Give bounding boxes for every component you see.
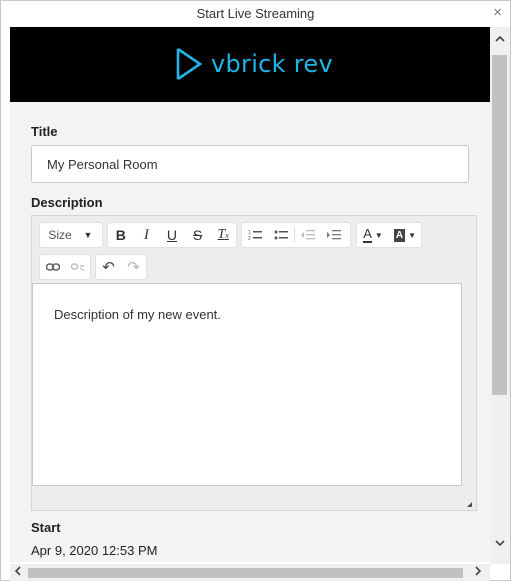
description-editor-area[interactable]: Description of my new event. (32, 283, 462, 486)
strikethrough-button[interactable]: S (185, 223, 211, 247)
link-icon (45, 263, 60, 271)
resize-handle-icon[interactable] (467, 502, 472, 507)
brand-logo-text: vbrick rev (211, 50, 334, 78)
rich-text-editor: Size ▼ B I U S Tx 12 A ▼ A ▼ ↶ ↷ Descrip… (31, 215, 477, 511)
indent-icon (327, 230, 341, 240)
title-label: Title (31, 124, 58, 139)
numbered-list-icon: 12 (248, 230, 262, 241)
bullet-list-icon (274, 230, 288, 240)
redo-icon[interactable]: ↷ (121, 255, 146, 279)
form-content: Title Description Size ▼ B I U S Tx (10, 102, 490, 562)
undo-icon[interactable]: ↶ (96, 255, 121, 279)
window-title: Start Live Streaming (196, 6, 315, 21)
brand-logo: vbrick rev (175, 45, 333, 83)
outdent-button[interactable] (295, 223, 321, 247)
color-group: A ▼ A ▼ (356, 222, 422, 248)
svg-text:2: 2 (248, 236, 251, 241)
link-group (39, 254, 91, 280)
chevron-down-icon: ▼ (374, 230, 383, 240)
dialog-window: Start Live Streaming × vbrick rev Title … (0, 0, 511, 581)
history-group: ↶ ↷ (95, 254, 147, 280)
numbered-list-button[interactable]: 12 (242, 223, 268, 247)
clear-format-button[interactable]: Tx (210, 223, 236, 247)
size-label: Size (48, 228, 72, 242)
scroll-down-icon[interactable] (490, 537, 510, 555)
start-label: Start (31, 520, 61, 535)
list-group: 12 (241, 222, 351, 248)
font-color-icon: A (363, 226, 372, 243)
unlink-button[interactable] (65, 255, 90, 279)
horizontal-scroll-thumb[interactable] (28, 568, 463, 578)
vertical-scroll-thumb[interactable] (492, 55, 507, 395)
background-color-icon: A (393, 228, 406, 242)
start-datetime[interactable]: Apr 9, 2020 12:53 PM (31, 543, 157, 558)
link-button[interactable] (40, 255, 65, 279)
bullet-list-button[interactable] (268, 223, 294, 247)
chevron-down-icon: ▼ (408, 230, 417, 240)
outdent-icon (301, 230, 315, 240)
brand-banner: vbrick rev (10, 27, 490, 102)
description-label: Description (31, 195, 103, 210)
italic-button[interactable]: I (134, 223, 160, 247)
horizontal-scrollbar[interactable] (10, 564, 490, 581)
format-group: B I U S Tx (107, 222, 237, 248)
scroll-left-icon[interactable] (10, 564, 26, 581)
title-bar: Start Live Streaming × (1, 1, 510, 27)
chevron-down-icon: ▼ (83, 230, 93, 240)
description-text[interactable]: Description of my new event. (54, 307, 221, 322)
scroll-right-icon[interactable] (470, 564, 486, 581)
font-color-button[interactable]: A ▼ (357, 223, 389, 247)
underline-button[interactable]: U (159, 223, 185, 247)
scroll-up-icon[interactable] (490, 33, 510, 51)
close-icon[interactable]: × (493, 4, 502, 22)
bold-button[interactable]: B (108, 223, 134, 247)
unlink-icon (70, 263, 84, 272)
play-triangle-logo-icon (176, 47, 203, 81)
size-dropdown[interactable]: Size ▼ (39, 222, 103, 248)
vertical-scrollbar[interactable] (490, 27, 510, 564)
indent-button[interactable] (321, 223, 347, 247)
title-input[interactable] (31, 145, 469, 183)
background-color-button[interactable]: A ▼ (389, 223, 421, 247)
